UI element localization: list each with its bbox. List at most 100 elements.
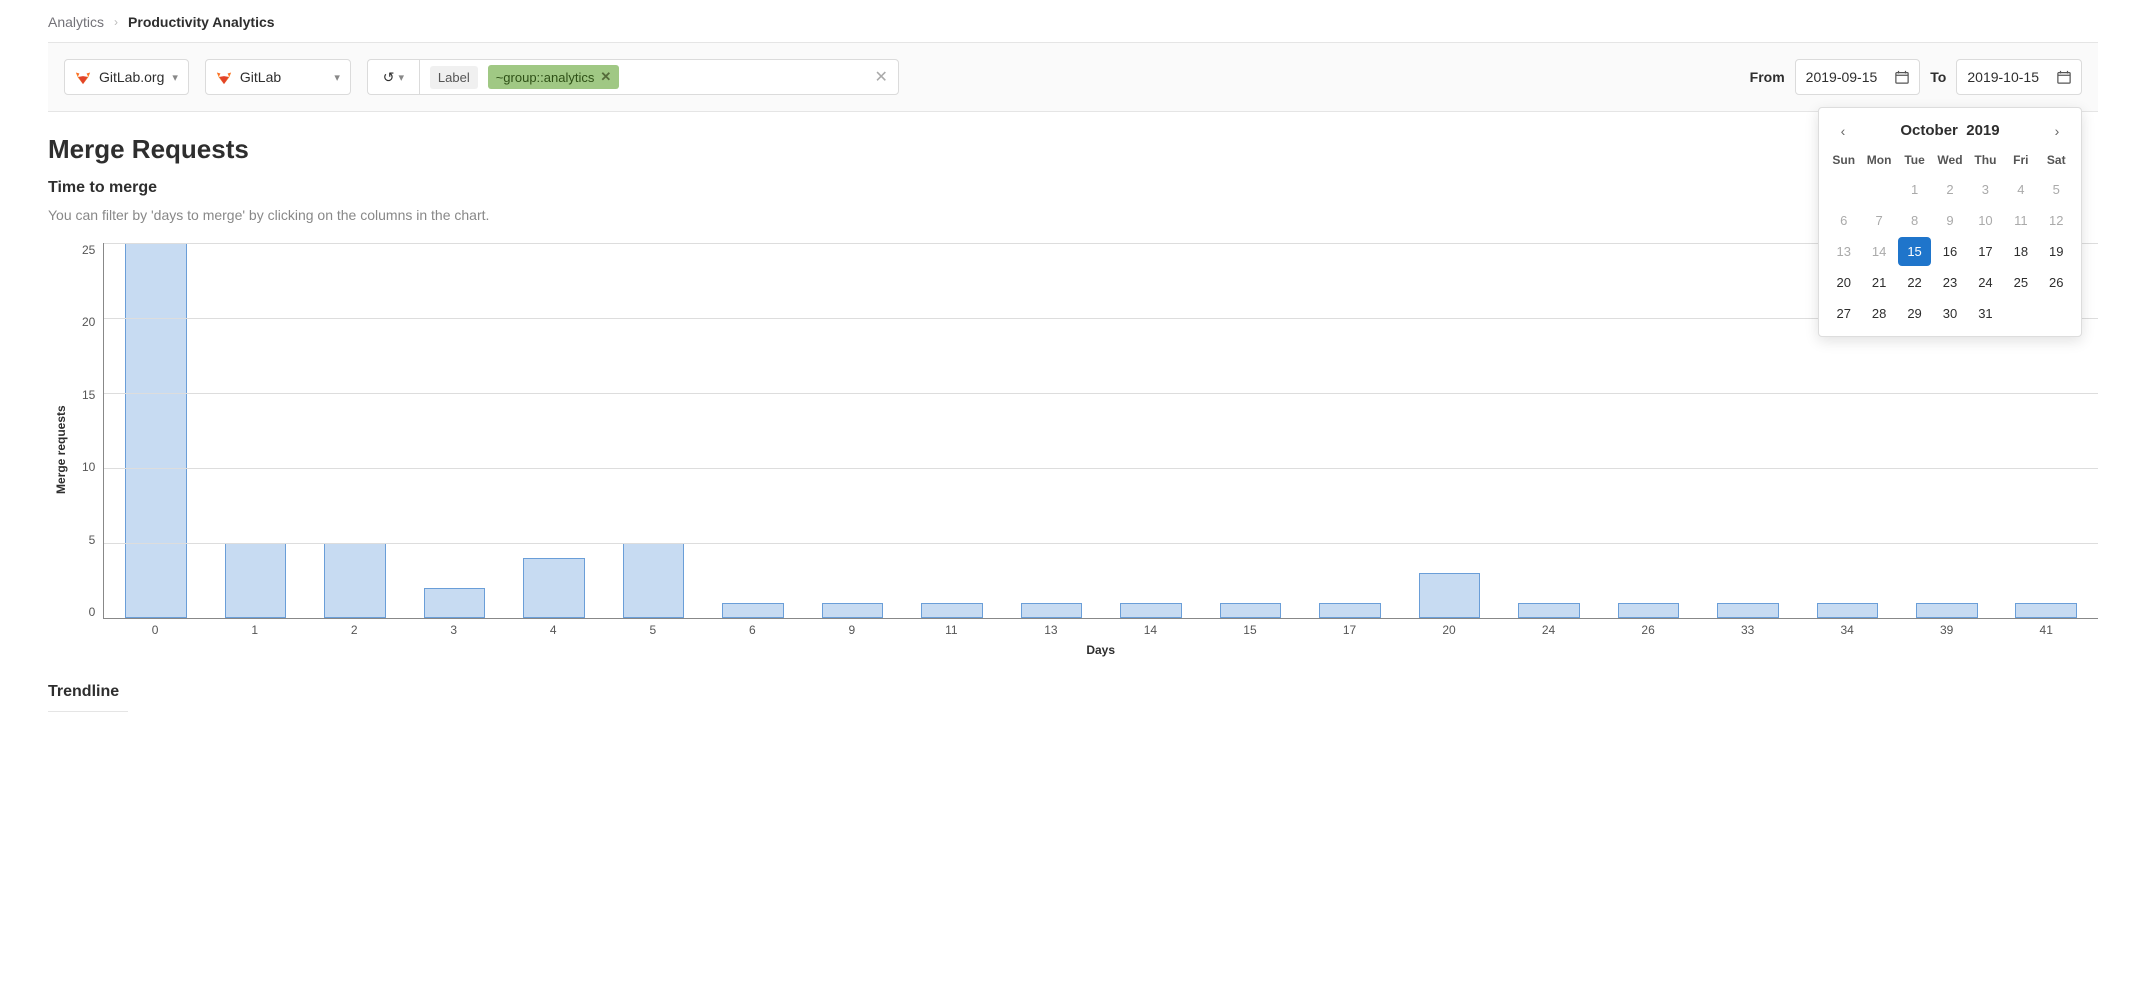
history-button[interactable]: ↺ ▾ (367, 59, 419, 95)
to-date-input[interactable]: 2019-10-15 (1956, 59, 2082, 95)
chart-bar[interactable] (125, 243, 187, 618)
datepicker-day[interactable]: 27 (1827, 299, 1860, 328)
chart-bar[interactable] (921, 603, 983, 618)
x-tick: 2 (304, 623, 404, 637)
calendar-icon (2057, 70, 2071, 84)
chart-bar[interactable] (1120, 603, 1182, 618)
chart-bar[interactable] (1518, 603, 1580, 618)
time-to-merge-chart: Merge requests 2520151050 01234569111314… (48, 243, 2098, 657)
x-tick: 5 (603, 623, 703, 637)
x-tick: 11 (902, 623, 1002, 637)
chart-bar[interactable] (822, 603, 884, 618)
datepicker-day[interactable]: 14 (1862, 237, 1895, 266)
datepicker-day[interactable]: 7 (1862, 206, 1895, 235)
chart-bar[interactable] (1817, 603, 1879, 618)
gitlab-icon (216, 69, 232, 85)
x-tick: 3 (404, 623, 504, 637)
datepicker-day[interactable]: 9 (1933, 206, 1966, 235)
filter-bar: GitLab.org ▾ GitLab ▾ ↺ ▾ Label ~group::… (48, 42, 2098, 112)
x-tick: 17 (1300, 623, 1400, 637)
from-date-input[interactable]: 2019-09-15 (1795, 59, 1921, 95)
chart-bar[interactable] (523, 558, 585, 618)
datepicker-day[interactable]: 1 (1898, 175, 1931, 204)
datepicker-day[interactable]: 19 (2040, 237, 2073, 266)
chart-bar[interactable] (1618, 603, 1680, 618)
label-filter-header: Label (430, 66, 478, 89)
datepicker-day[interactable]: 10 (1969, 206, 2002, 235)
x-tick: 39 (1897, 623, 1997, 637)
y-tick: 20 (82, 315, 95, 329)
chart-bar[interactable] (623, 543, 685, 618)
group-dropdown[interactable]: GitLab.org ▾ (64, 59, 189, 95)
datepicker-day[interactable]: 18 (2004, 237, 2037, 266)
datepicker-day[interactable]: 21 (1862, 268, 1895, 297)
datepicker-day[interactable]: 29 (1898, 299, 1931, 328)
clear-filter-icon[interactable]: ✕ (875, 67, 888, 87)
datepicker-day[interactable]: 25 (2004, 268, 2037, 297)
x-tick: 34 (1797, 623, 1897, 637)
datepicker-day[interactable]: 30 (1933, 299, 1966, 328)
datepicker-title: October 2019 (1900, 122, 1999, 139)
y-tick: 5 (82, 533, 95, 547)
chart-bar[interactable] (1916, 603, 1978, 618)
datepicker-day[interactable]: 22 (1898, 268, 1931, 297)
datepicker-day[interactable]: 24 (1969, 268, 2002, 297)
datepicker-day[interactable]: 11 (2004, 206, 2037, 235)
date-range: From 2019-09-15 To 2019-10-15 ‹ October … (1750, 59, 2082, 95)
x-tick: 20 (1399, 623, 1499, 637)
gridline (104, 543, 2098, 544)
x-tick: 24 (1499, 623, 1599, 637)
label-filter-input[interactable]: Label ~group::analytics ✕ ✕ (419, 59, 899, 95)
datepicker-day[interactable]: 2 (1933, 175, 1966, 204)
gitlab-icon (75, 69, 91, 85)
y-tick: 15 (82, 388, 95, 402)
chart-bar[interactable] (2015, 603, 2077, 618)
chart-bar[interactable] (1419, 573, 1481, 618)
chart-bar[interactable] (225, 543, 287, 618)
next-month-button[interactable]: › (2047, 123, 2067, 139)
chevron-down-icon: ▾ (334, 71, 340, 84)
chart-bar[interactable] (1220, 603, 1282, 618)
project-dropdown-label: GitLab (240, 69, 281, 85)
datepicker-day[interactable]: 31 (1969, 299, 2002, 328)
x-tick: 4 (503, 623, 603, 637)
chevron-down-icon: ▾ (172, 71, 178, 84)
y-tick: 25 (82, 243, 95, 257)
y-tick: 10 (82, 460, 95, 474)
datepicker-dow: Mon (1862, 149, 1895, 173)
x-tick: 26 (1598, 623, 1698, 637)
datepicker-day[interactable]: 8 (1898, 206, 1931, 235)
datepicker-day[interactable]: 13 (1827, 237, 1860, 266)
x-tick: 14 (1101, 623, 1201, 637)
breadcrumb: Analytics › Productivity Analytics (48, 10, 2098, 42)
chart-bar[interactable] (324, 543, 386, 618)
breadcrumb-current: Productivity Analytics (128, 14, 275, 30)
breadcrumb-root[interactable]: Analytics (48, 14, 104, 30)
datepicker-day[interactable]: 26 (2040, 268, 2073, 297)
history-icon: ↺ (383, 69, 395, 86)
x-tick: 33 (1698, 623, 1798, 637)
prev-month-button[interactable]: ‹ (1833, 123, 1853, 139)
x-tick: 41 (1996, 623, 2096, 637)
datepicker-day[interactable]: 4 (2004, 175, 2037, 204)
datepicker-day[interactable]: 12 (2040, 206, 2073, 235)
datepicker-day[interactable]: 3 (1969, 175, 2002, 204)
chart-bar[interactable] (424, 588, 486, 618)
datepicker-day[interactable]: 17 (1969, 237, 2002, 266)
gridline (104, 318, 2098, 319)
remove-label-icon[interactable]: ✕ (600, 69, 611, 85)
datepicker-day[interactable]: 16 (1933, 237, 1966, 266)
chart-bar[interactable] (1319, 603, 1381, 618)
project-dropdown[interactable]: GitLab ▾ (205, 59, 351, 95)
chart-bar[interactable] (1717, 603, 1779, 618)
datepicker-day[interactable]: 5 (2040, 175, 2073, 204)
gridline (104, 243, 2098, 244)
datepicker-day[interactable]: 20 (1827, 268, 1860, 297)
datepicker-day[interactable]: 23 (1933, 268, 1966, 297)
datepicker-day[interactable]: 28 (1862, 299, 1895, 328)
to-label: To (1930, 69, 1946, 85)
chart-bar[interactable] (722, 603, 784, 618)
datepicker-day[interactable]: 15 (1898, 237, 1931, 266)
chart-bar[interactable] (1021, 603, 1083, 618)
datepicker-day[interactable]: 6 (1827, 206, 1860, 235)
